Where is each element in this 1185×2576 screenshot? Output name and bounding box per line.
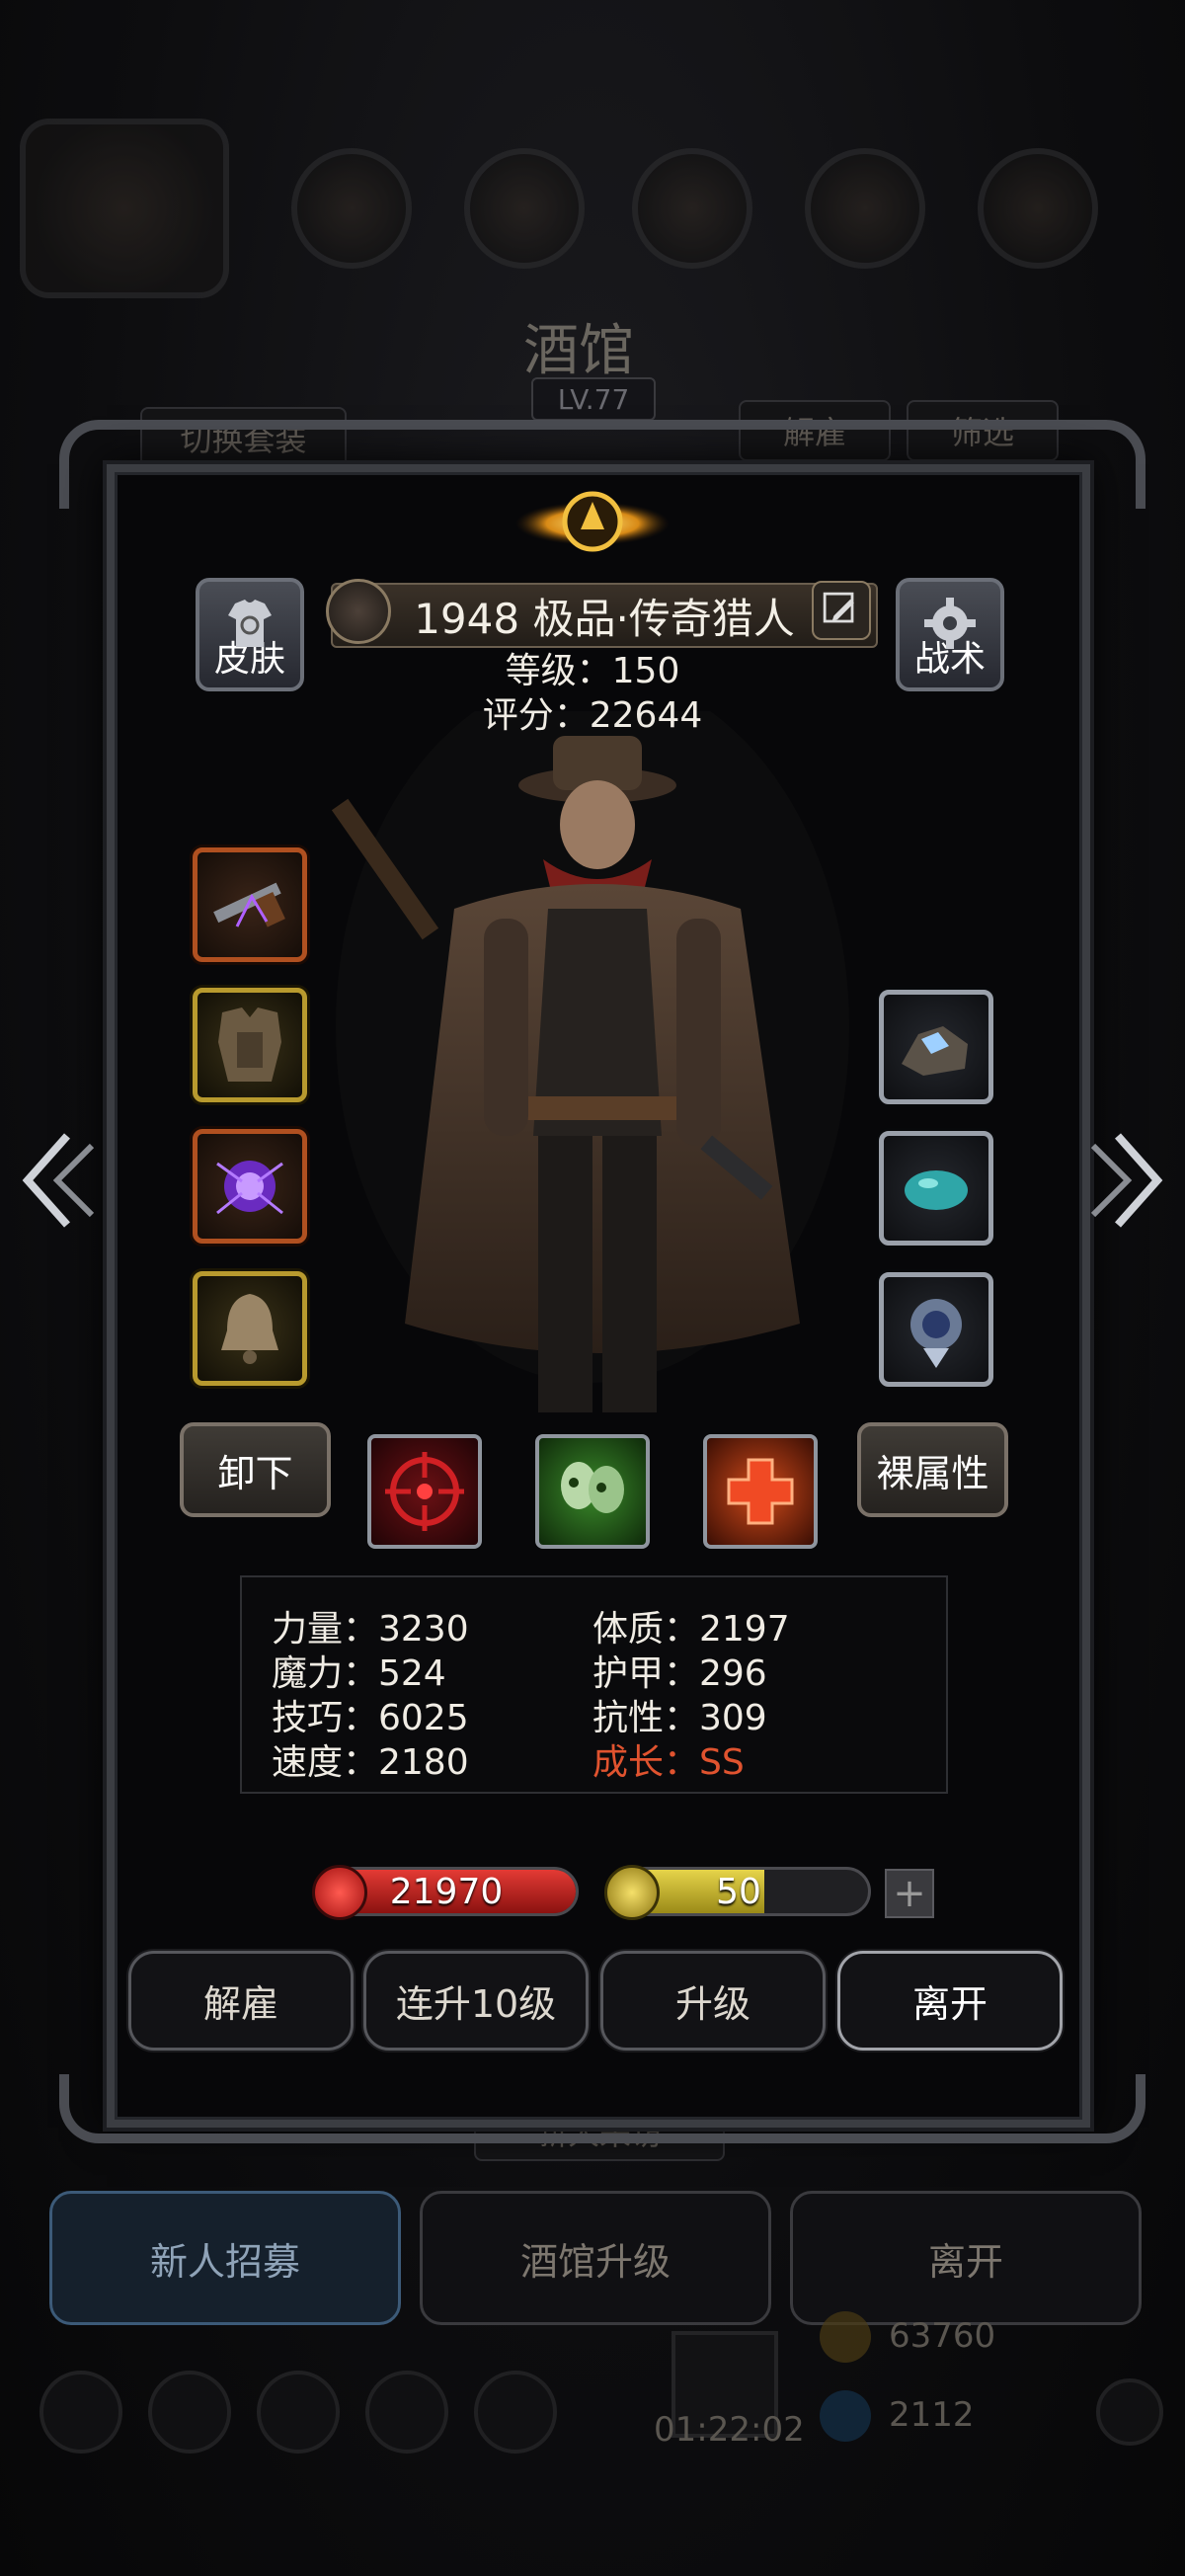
crosshair-skill-icon [385, 1452, 464, 1531]
tactics-button[interactable]: 战术 [896, 578, 1004, 691]
skill-slot-1[interactable] [367, 1434, 482, 1549]
crystal-ore-icon [902, 1026, 968, 1076]
gear-icon [924, 598, 976, 649]
skull-skill-icon [561, 1462, 624, 1513]
tavern-upgrade-button[interactable]: 酒馆升级 [420, 2191, 771, 2325]
shirt-swap-icon [228, 600, 272, 647]
equip-slot-ore[interactable] [879, 990, 993, 1104]
equip-slot-weapon[interactable] [193, 847, 307, 962]
armor-icon [218, 1007, 281, 1082]
bg-resource-icon [978, 148, 1098, 269]
timer-text: 01:22:02 [654, 2410, 805, 2450]
rank-badge-icon [326, 579, 391, 644]
tavern-title: 酒馆 [523, 319, 634, 383]
equip-slot-armor[interactable] [193, 988, 307, 1102]
lightning-icon [604, 1865, 660, 1920]
recruit-button[interactable]: 新人招募 [49, 2191, 401, 2325]
weapon-rifle-icon [213, 882, 285, 927]
bg-leave-button[interactable]: 离开 [790, 2191, 1142, 2325]
unequip-button[interactable]: 卸下 [180, 1422, 331, 1517]
menu-icon[interactable] [40, 2371, 122, 2454]
plus-icon[interactable] [1096, 2378, 1163, 2446]
next-hero-arrow-icon[interactable] [1088, 1126, 1167, 1235]
menu-icon[interactable] [257, 2371, 340, 2454]
bg-resource-icon [464, 148, 585, 269]
skin-button[interactable]: 皮肤 [196, 578, 304, 691]
edit-name-button[interactable] [812, 581, 871, 640]
amulet-icon [910, 1299, 962, 1368]
hero-score: 评分：22644 [482, 695, 703, 736]
teal-stone-icon [905, 1170, 968, 1210]
attr-speed: 速度：2180 [272, 1742, 469, 1783]
gem-icon [820, 2390, 871, 2442]
dismiss-button[interactable]: 解雇 [128, 1951, 354, 2051]
equip-slot-accessory[interactable] [193, 1129, 307, 1244]
glowing-emblem-icon [515, 491, 670, 552]
bell-icon [221, 1294, 278, 1364]
gem-amount: 2112 [889, 2395, 975, 2435]
hero-name-plate: 1948 极品·传奇猎人 [331, 583, 878, 648]
hero-portrait [331, 711, 849, 1412]
tavern-level: LV.77 [531, 377, 656, 421]
skill-slot-2[interactable] [535, 1434, 650, 1549]
equip-slot-gem[interactable] [879, 1131, 993, 1246]
menu-icon[interactable] [148, 2371, 231, 2454]
dialog-frame-bottom [59, 2074, 1146, 2143]
player-avatar [20, 119, 229, 298]
hero-name: 1948 极品·传奇猎人 [414, 594, 795, 643]
previous-hero-arrow-icon[interactable] [18, 1126, 97, 1235]
bg-resource-icon [291, 148, 412, 269]
equip-slot-amulet[interactable] [879, 1272, 993, 1387]
skill-slot-3[interactable] [703, 1434, 818, 1549]
menu-icon[interactable] [365, 2371, 448, 2454]
gold-amount: 63760 [889, 2316, 996, 2356]
menu-icon[interactable] [474, 2371, 557, 2454]
equip-slot-trinket[interactable] [193, 1271, 307, 1386]
purple-orb-icon [216, 1161, 283, 1215]
leave-button[interactable]: 离开 [837, 1951, 1063, 2051]
heal-cross-skill-icon [727, 1458, 794, 1525]
heart-icon [312, 1865, 367, 1920]
level-up-button[interactable]: 升级 [600, 1951, 826, 2051]
level-up-10-button[interactable]: 连升10级 [363, 1951, 589, 2051]
bg-resource-icon [805, 148, 925, 269]
pencil-icon [823, 592, 854, 623]
add-energy-button[interactable]: + [885, 1869, 934, 1918]
attr-growth: 成长：SS [592, 1742, 745, 1783]
bg-resource-icon [632, 148, 752, 269]
bare-stats-button[interactable]: 裸属性 [857, 1422, 1008, 1517]
gold-coin-icon [820, 2311, 871, 2363]
